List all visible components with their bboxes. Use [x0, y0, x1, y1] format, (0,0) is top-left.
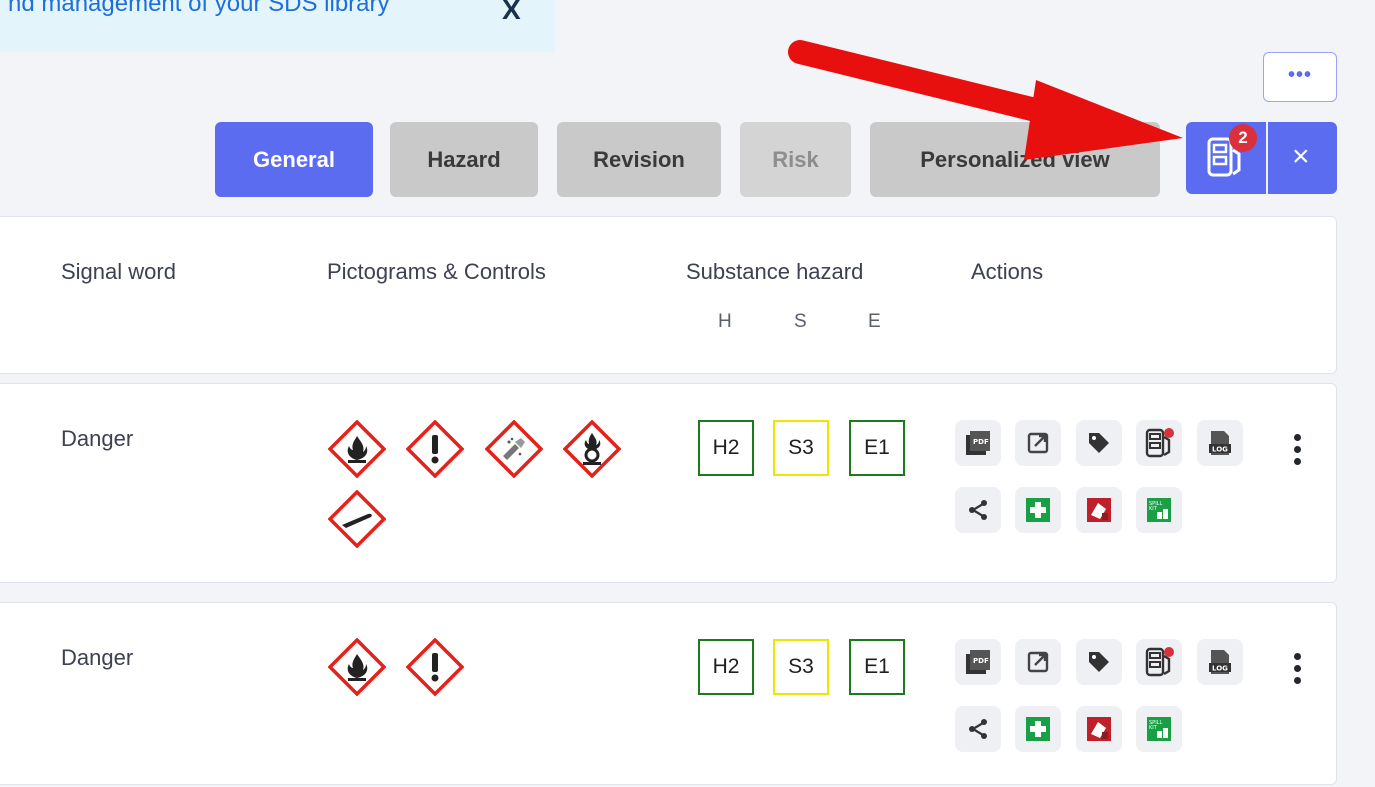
health-hazard-box: H2 [698, 420, 754, 476]
svg-text:KIT: KIT [1149, 725, 1158, 731]
button-divider [1266, 122, 1268, 194]
sds-binder-icon[interactable] [1136, 420, 1182, 466]
first-aid-icon[interactable] [1015, 487, 1061, 533]
spill-kit-icon[interactable]: SPILL KIT [1136, 487, 1182, 533]
environment-hazard-box: E1 [849, 639, 905, 695]
tag-icon[interactable] [1076, 639, 1122, 685]
signal-word: Danger [61, 645, 134, 670]
info-banner: nd management of your SDS library X [0, 0, 555, 52]
row-menu-icon[interactable] [1294, 653, 1304, 689]
pdf-icon[interactable]: PDF [955, 639, 1001, 685]
safety-hazard-box: S3 [773, 639, 829, 695]
header-pictograms: Pictograms & Controls [327, 259, 546, 284]
corrosion-icon [484, 419, 544, 483]
fire-extinguisher-icon[interactable] [1076, 487, 1122, 533]
svg-text:PDF: PDF [973, 438, 989, 446]
sds-selection-group: 2 × [1186, 122, 1337, 194]
banner-close-button[interactable]: X [502, 0, 521, 26]
signal-word: Danger [61, 426, 134, 451]
log-icon[interactable]: LOG [1197, 420, 1243, 466]
spill-kit-icon[interactable]: SPILL KIT [1136, 706, 1182, 752]
row-menu-icon[interactable] [1294, 434, 1304, 470]
svg-text:KIT: KIT [1149, 506, 1158, 512]
share-icon[interactable] [955, 487, 1001, 533]
exclamation-icon [405, 419, 465, 483]
sds-binder-icon[interactable] [1136, 639, 1182, 685]
oxidizer-icon [562, 419, 622, 483]
safety-hazard-box: S3 [773, 420, 829, 476]
table-row: Danger H2 S3 E1 PDF LOG SPILL KIT [0, 383, 1337, 583]
tab-risk[interactable]: Risk [740, 122, 851, 197]
flame-icon [327, 419, 387, 483]
svg-text:PDF: PDF [973, 657, 989, 665]
svg-text:LOG: LOG [1212, 665, 1228, 673]
header-signal-word: Signal word [61, 259, 176, 284]
gas-cylinder-icon [327, 489, 387, 553]
open-external-icon[interactable] [1015, 420, 1061, 466]
tag-icon[interactable] [1076, 420, 1122, 466]
header-sub-e: E [868, 311, 881, 332]
tab-personalized-view[interactable]: Personalized view [870, 122, 1160, 197]
svg-text:LOG: LOG [1212, 446, 1228, 454]
health-hazard-box: H2 [698, 639, 754, 695]
header-actions: Actions [971, 259, 1044, 284]
close-selection-button[interactable]: × [1292, 140, 1310, 174]
table-header: Signal word Pictograms & Controls Substa… [0, 216, 1337, 374]
more-options-button[interactable]: ••• [1263, 52, 1337, 102]
environment-hazard-box: E1 [849, 420, 905, 476]
header-sub-h: H [718, 311, 732, 332]
table-row: Danger H2 S3 E1 PDF LOG SPILL KIT [0, 602, 1337, 785]
open-external-icon[interactable] [1015, 639, 1061, 685]
flame-icon [327, 637, 387, 701]
exclamation-icon [405, 637, 465, 701]
first-aid-icon[interactable] [1015, 706, 1061, 752]
banner-text: nd management of your SDS library [8, 0, 390, 17]
fire-extinguisher-icon[interactable] [1076, 706, 1122, 752]
tab-revision[interactable]: Revision [557, 122, 721, 197]
header-sub-s: S [794, 311, 807, 332]
log-icon[interactable]: LOG [1197, 639, 1243, 685]
pdf-icon[interactable]: PDF [955, 420, 1001, 466]
tab-hazard[interactable]: Hazard [390, 122, 538, 197]
share-icon[interactable] [955, 706, 1001, 752]
sds-count-badge: 2 [1229, 124, 1257, 152]
header-substance-hazard: Substance hazard [686, 259, 864, 284]
tab-general[interactable]: General [215, 122, 373, 197]
